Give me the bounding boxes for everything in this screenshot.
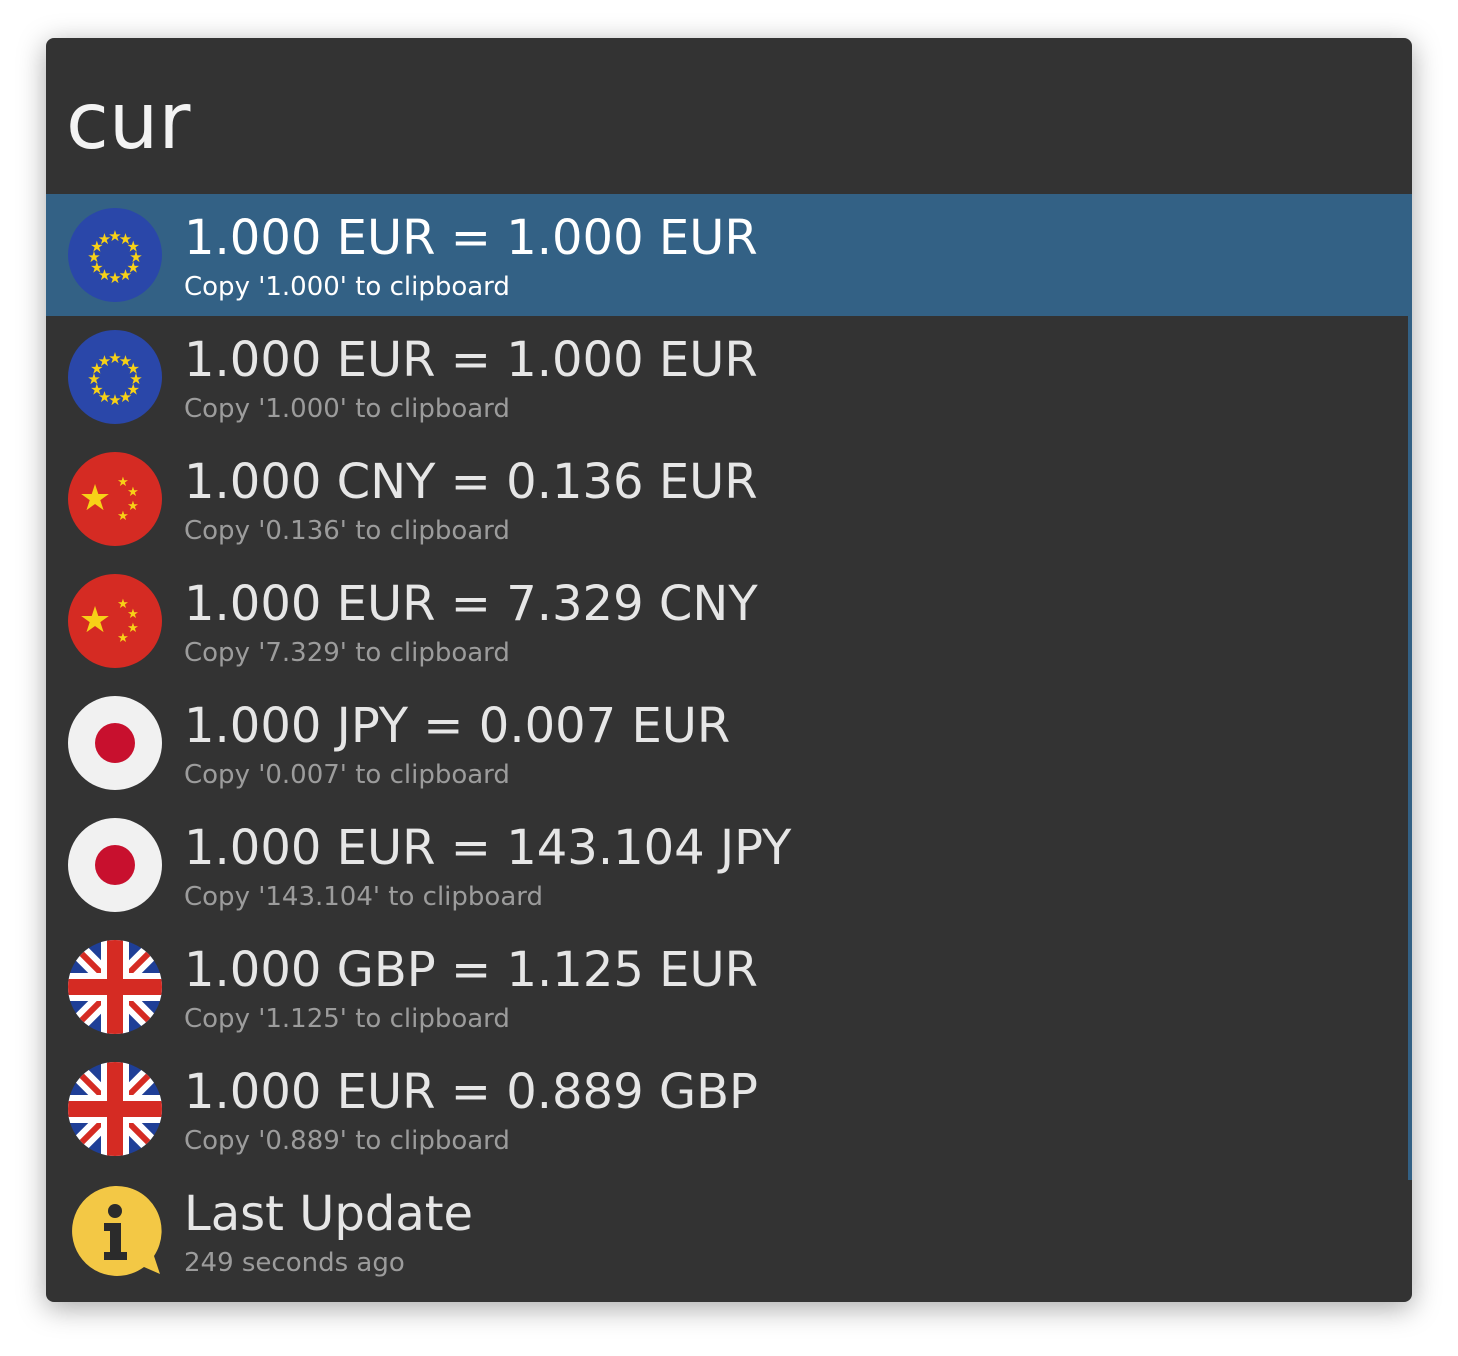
result-title: 1.000 EUR = 1.000 EUR [184,332,758,388]
japan-flag-icon [68,818,162,912]
search-input[interactable] [66,72,1366,172]
eu-flag-icon [68,208,162,302]
result-subtitle: Copy '1.125' to clipboard [184,1004,510,1034]
scrollbar[interactable] [1408,194,1412,1180]
result-title: 1.000 EUR = 0.889 GBP [184,1064,758,1120]
result-subtitle: 249 seconds ago [184,1248,405,1278]
result-row[interactable]: 1.000 EUR = 0.889 GBP Copy '0.889' to cl… [46,1048,1408,1170]
result-title: 1.000 EUR = 1.000 EUR [184,210,758,266]
result-row[interactable]: 1.000 EUR = 1.000 EUR Copy '1.000' to cl… [46,194,1412,316]
result-title: 1.000 CNY = 0.136 EUR [184,454,758,510]
result-subtitle: Copy '7.329' to clipboard [184,638,510,668]
search-bar [46,38,1412,194]
result-row[interactable]: 1.000 CNY = 0.136 EUR Copy '0.136' to cl… [46,438,1408,560]
result-title: Last Update [184,1186,474,1242]
eu-flag-icon [68,330,162,424]
uk-flag-icon [68,1062,162,1156]
result-subtitle: Copy '0.889' to clipboard [184,1126,510,1156]
result-row[interactable]: 1.000 GBP = 1.125 EUR Copy '1.125' to cl… [46,926,1408,1048]
info-icon [68,1184,162,1278]
result-row[interactable]: 1.000 EUR = 7.329 CNY Copy '7.329' to cl… [46,560,1408,682]
result-row[interactable]: Last Update 249 seconds ago [46,1170,1408,1292]
uk-flag-icon [68,940,162,1034]
result-row[interactable]: 1.000 JPY = 0.007 EUR Copy '0.007' to cl… [46,682,1408,804]
result-title: 1.000 GBP = 1.125 EUR [184,942,758,998]
china-flag-icon [68,452,162,546]
results-list: 1.000 EUR = 1.000 EUR Copy '1.000' to cl… [46,194,1412,1302]
china-flag-icon [68,574,162,668]
launcher-window: 1.000 EUR = 1.000 EUR Copy '1.000' to cl… [46,38,1412,1302]
japan-flag-icon [68,696,162,790]
result-subtitle: Copy '1.000' to clipboard [184,394,510,424]
result-title: 1.000 JPY = 0.007 EUR [184,698,731,754]
result-row[interactable]: 1.000 EUR = 1.000 EUR Copy '1.000' to cl… [46,316,1408,438]
result-title: 1.000 EUR = 143.104 JPY [184,820,792,876]
result-subtitle: Copy '0.136' to clipboard [184,516,510,546]
result-title: 1.000 EUR = 7.329 CNY [184,576,758,632]
result-subtitle: Copy '1.000' to clipboard [184,272,510,302]
result-subtitle: Copy '0.007' to clipboard [184,760,510,790]
result-subtitle: Copy '143.104' to clipboard [184,882,543,912]
result-row[interactable]: 1.000 EUR = 143.104 JPY Copy '143.104' t… [46,804,1408,926]
